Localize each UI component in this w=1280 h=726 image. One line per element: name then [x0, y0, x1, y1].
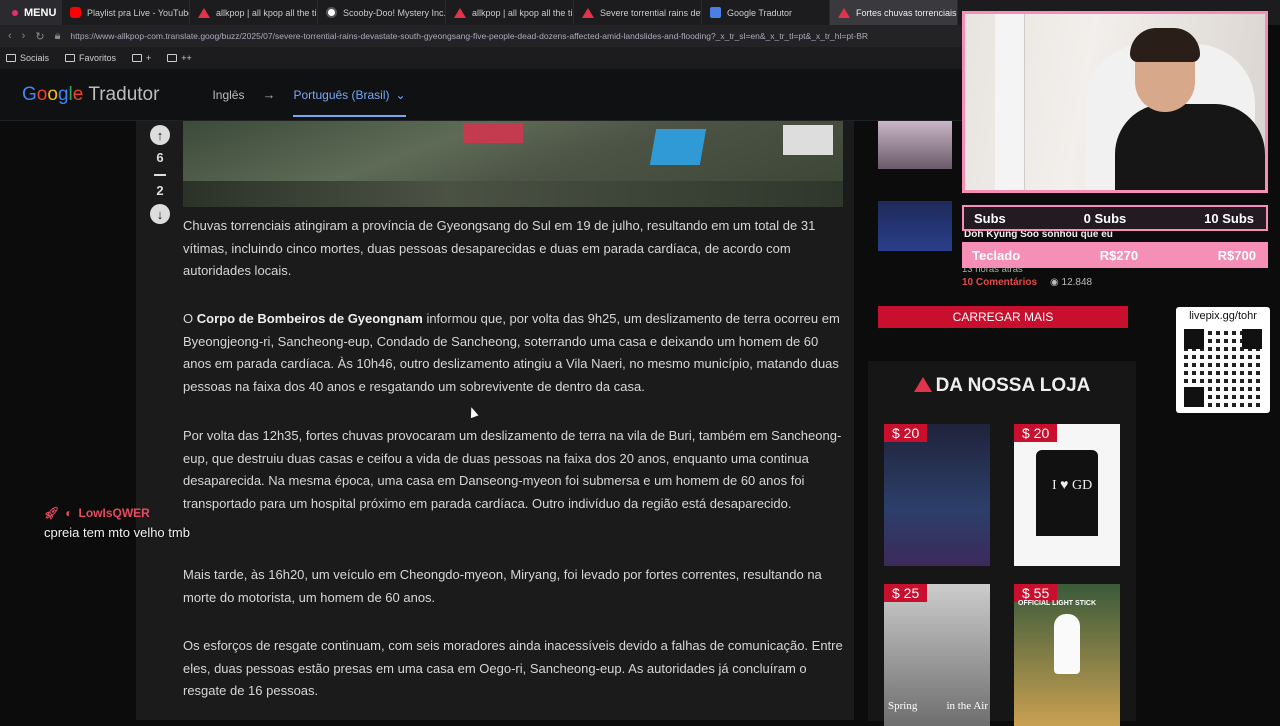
logo-tradutor: Tradutor: [88, 83, 160, 105]
shop-product[interactable]: $ 20 I ♥ GD: [1014, 424, 1120, 566]
google-translate-icon: [710, 7, 721, 18]
light-stick-image: [1054, 614, 1080, 674]
vote-widget: ↑ 6 2 ↓: [148, 125, 172, 224]
tab-google-translate[interactable]: Google Tradutor: [702, 0, 830, 25]
back-icon[interactable]: ‹: [8, 30, 12, 42]
allkpop-logo-icon: [913, 377, 932, 392]
webcam-overlay: [962, 11, 1268, 193]
shop-title: DA NOSSA LOJA: [868, 375, 1136, 397]
translate-header: Google Tradutor Inglês → Português (Bras…: [0, 69, 962, 121]
chevron-down-icon: ⌄: [395, 87, 406, 102]
article-paragraph-3: Por volta das 12h35, fortes chuvas provo…: [183, 428, 842, 511]
bookmarks-bar: Sociais Favoritos + ++: [0, 47, 962, 69]
tab-severe-rains[interactable]: Severe torrential rains devastate: [574, 0, 702, 25]
shop-product[interactable]: $ 20: [884, 424, 990, 566]
address-bar: ‹ › ↻ 🔒︎ https://www-allkpop-com.transla…: [0, 25, 962, 47]
allkpop-icon: [582, 7, 594, 18]
folder-icon: [65, 54, 76, 62]
tab-allkpop-2[interactable]: allkpop | all kpop all the time: [446, 0, 574, 25]
tshirt-print: I ♥ GD: [1052, 478, 1093, 493]
upvote-count: 6: [156, 150, 164, 165]
badge-icon: ◐: [65, 506, 73, 520]
folder-icon: [6, 54, 16, 62]
allkpop-icon: [838, 7, 850, 18]
tab-youtube-playlist[interactable]: Playlist pra Live - YouTube: [62, 0, 190, 25]
swap-arrow-icon: →: [262, 87, 276, 102]
subs-goal-bar: Subs 0 Subs 10 Subs: [962, 205, 1268, 231]
article-column: [136, 121, 854, 720]
bookmark-folder-plusplus[interactable]: ++: [167, 53, 192, 63]
bookmark-folder-favoritos[interactable]: Favoritos: [65, 53, 116, 63]
bookmark-folder-sociais[interactable]: Sociais: [6, 53, 49, 63]
source-language-tab[interactable]: Inglês: [212, 88, 244, 102]
allkpop-icon: [454, 7, 466, 18]
article-paragraph-5: Os esforços de resgate continuam, com se…: [183, 638, 843, 698]
fire-department-link[interactable]: Corpo de Bombeiros de Gyeongnam: [197, 311, 423, 326]
target-language-tab[interactable]: Português (Brasil) ⌄: [293, 69, 406, 121]
google-translate-logo[interactable]: Google Tradutor: [22, 84, 159, 106]
downvote-arrow-icon[interactable]: ↓: [150, 204, 170, 224]
forward-icon[interactable]: ›: [22, 30, 26, 42]
youtube-icon: [70, 7, 81, 18]
product-price: $ 20: [884, 424, 928, 442]
rocket-icon: 🚀︎: [44, 506, 60, 520]
chat-username: LowIsQWER: [78, 506, 150, 520]
tab-allkpop-1[interactable]: allkpop | all kpop all the time: [190, 0, 318, 25]
stream-chat-message: 🚀︎ ◐ LowIsQWER cpreia tem mto velho tmb: [44, 506, 190, 540]
article-hero-image: [183, 121, 843, 207]
eye-icon: ◉: [1050, 277, 1062, 288]
vote-divider: [154, 174, 166, 176]
folder-icon: [132, 54, 143, 62]
bookmark-folder-plus[interactable]: +: [132, 53, 151, 63]
reload-icon[interactable]: ↻: [35, 30, 44, 43]
load-more-button[interactable]: CARREGAR MAIS: [878, 306, 1128, 328]
folder-icon: [167, 54, 178, 62]
tab-fortes-chuvas[interactable]: Fortes chuvas torrenciais: [830, 0, 958, 25]
shop-section: DA NOSSA LOJA $ 20 $ 20 I ♥ GD $ 25 Spri…: [868, 361, 1136, 726]
upvote-arrow-icon[interactable]: ↑: [150, 125, 170, 145]
lock-icon: 🔒︎: [54, 29, 61, 42]
browser-menu-button[interactable]: MENU: [0, 0, 62, 25]
views-count: ◉ 12.848: [1050, 277, 1093, 288]
related-article-thumbnail[interactable]: [878, 121, 952, 169]
sidebar-headline-overlap: Doh Kyung Soo sonhou que eu: [964, 231, 1113, 240]
scooby-icon: [326, 7, 337, 18]
opera-logo-icon: [12, 9, 18, 16]
comments-link[interactable]: 10 Comentários: [962, 277, 1037, 288]
url-field[interactable]: https://www-allkpop-com.translate.goog/b…: [70, 31, 950, 41]
related-article-thumbnail[interactable]: [878, 201, 952, 251]
qr-label: livepix.gg/tohr: [1189, 310, 1257, 322]
keyboard-goal-bar: Teclado R$270 R$700: [962, 242, 1268, 268]
product-price: $ 25: [884, 584, 928, 602]
product-price: $ 20: [1014, 424, 1058, 442]
article-paragraph-1: Chuvas torrenciais atingiram a província…: [183, 218, 816, 278]
menu-label: MENU: [24, 6, 57, 19]
chat-text: cpreia tem mto velho tmb: [44, 525, 190, 540]
shop-product[interactable]: $ 25 Spring in the Air: [884, 584, 990, 726]
allkpop-icon: [198, 7, 210, 18]
downvote-count: 2: [156, 183, 164, 198]
article-paragraph-2: O Corpo de Bombeiros de Gyeongnam inform…: [183, 311, 840, 394]
article-paragraph-4: Mais tarde, às 16h20, um veículo em Cheo…: [183, 567, 822, 605]
tab-scooby-doo[interactable]: Scooby-Doo! Mystery Inc.: [318, 0, 446, 25]
shop-product[interactable]: $ 55 OFFICIAL LIGHT STICK: [1014, 584, 1120, 726]
qr-code-icon: [1184, 329, 1262, 407]
livepix-qr-card: livepix.gg/tohr: [1176, 307, 1270, 413]
